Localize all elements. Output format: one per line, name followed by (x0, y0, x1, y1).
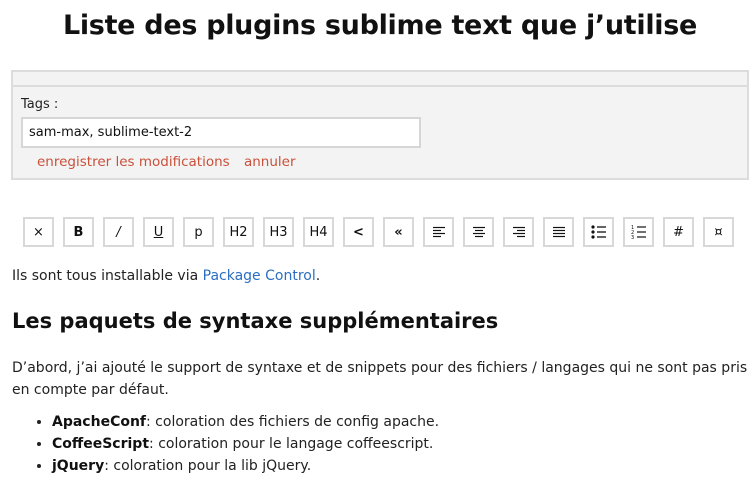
intro-text: Ils sont tous installable via Package Co… (12, 268, 320, 284)
cancel-link[interactable]: annuler (244, 154, 296, 170)
h3-icon: H3 (269, 224, 288, 240)
bold-icon: B (73, 224, 84, 240)
h3-button[interactable]: H3 (263, 217, 294, 247)
underline-button[interactable]: U (143, 217, 174, 247)
italic-icon: / (116, 224, 121, 240)
plugin-desc: : coloration pour la lib jQuery. (104, 458, 312, 474)
tags-edit-panel: Tags : enregistrer les modifications ann… (11, 70, 749, 180)
intro-paragraph: D’abord, j’ai ajouté le support de synta… (12, 360, 748, 398)
italic-button[interactable]: / (103, 217, 134, 247)
package-control-link[interactable]: Package Control (203, 268, 316, 284)
hash-icon: # (673, 224, 684, 240)
bullet-list-icon (590, 225, 606, 239)
edit-panel-header (13, 72, 747, 87)
svg-text:3: 3 (631, 235, 634, 240)
numbered-list-icon: 123 (631, 225, 646, 240)
align-left-icon (432, 226, 445, 238)
code-icon: < (353, 224, 364, 240)
paragraph-icon: p (194, 224, 203, 240)
special-char-button[interactable]: ¤ (703, 217, 734, 247)
hash-button[interactable]: # (663, 217, 694, 247)
intro-label: Ils sont tous installable via (12, 268, 203, 284)
currency-icon: ¤ (714, 224, 723, 240)
intro-end: . (315, 268, 321, 284)
quote-button[interactable]: « (383, 217, 414, 247)
code-button[interactable]: < (343, 217, 374, 247)
align-justify-button[interactable] (543, 217, 574, 247)
quote-icon: « (394, 224, 403, 240)
section-title: Les paquets de syntaxe supplémentaires (12, 309, 499, 333)
bullet-list-button[interactable] (583, 217, 614, 247)
align-center-button[interactable] (463, 217, 494, 247)
align-justify-icon (552, 226, 565, 238)
list-item: CoffeeScript: coloration pour le langage… (52, 433, 439, 455)
align-right-button[interactable] (503, 217, 534, 247)
list-item: jQuery: coloration pour la lib jQuery. (52, 455, 439, 477)
editor-toolbar: × B / U p H2 H3 H4 < « 123 # ¤ (23, 217, 743, 247)
underline-icon: U (153, 224, 164, 240)
h2-icon: H2 (229, 224, 248, 240)
tags-label: Tags : (21, 97, 59, 112)
close-button[interactable]: × (23, 217, 54, 247)
h2-button[interactable]: H2 (223, 217, 254, 247)
tags-input[interactable] (21, 117, 421, 148)
numbered-list-button[interactable]: 123 (623, 217, 654, 247)
bold-button[interactable]: B (63, 217, 94, 247)
plugin-desc: : coloration pour le langage coffeescrip… (149, 436, 434, 452)
paragraph-button[interactable]: p (183, 217, 214, 247)
h4-button[interactable]: H4 (303, 217, 334, 247)
plugin-name: CoffeeScript (52, 436, 150, 452)
edit-actions: enregistrer les modifications annuler (37, 154, 306, 170)
plugin-list: ApacheConf: coloration des fichiers de c… (12, 411, 439, 477)
align-left-button[interactable] (423, 217, 454, 247)
align-right-icon (512, 226, 525, 238)
page-title: Liste des plugins sublime text que j’uti… (62, 10, 698, 41)
plugin-name: jQuery (52, 458, 105, 474)
close-icon: × (33, 224, 44, 240)
align-center-icon (472, 226, 485, 238)
plugin-desc: : coloration des fichiers de config apac… (146, 414, 440, 430)
plugin-name: ApacheConf (52, 414, 147, 430)
save-changes-link[interactable]: enregistrer les modifications (37, 154, 230, 170)
h4-icon: H4 (309, 224, 328, 240)
list-item: ApacheConf: coloration des fichiers de c… (52, 411, 439, 433)
